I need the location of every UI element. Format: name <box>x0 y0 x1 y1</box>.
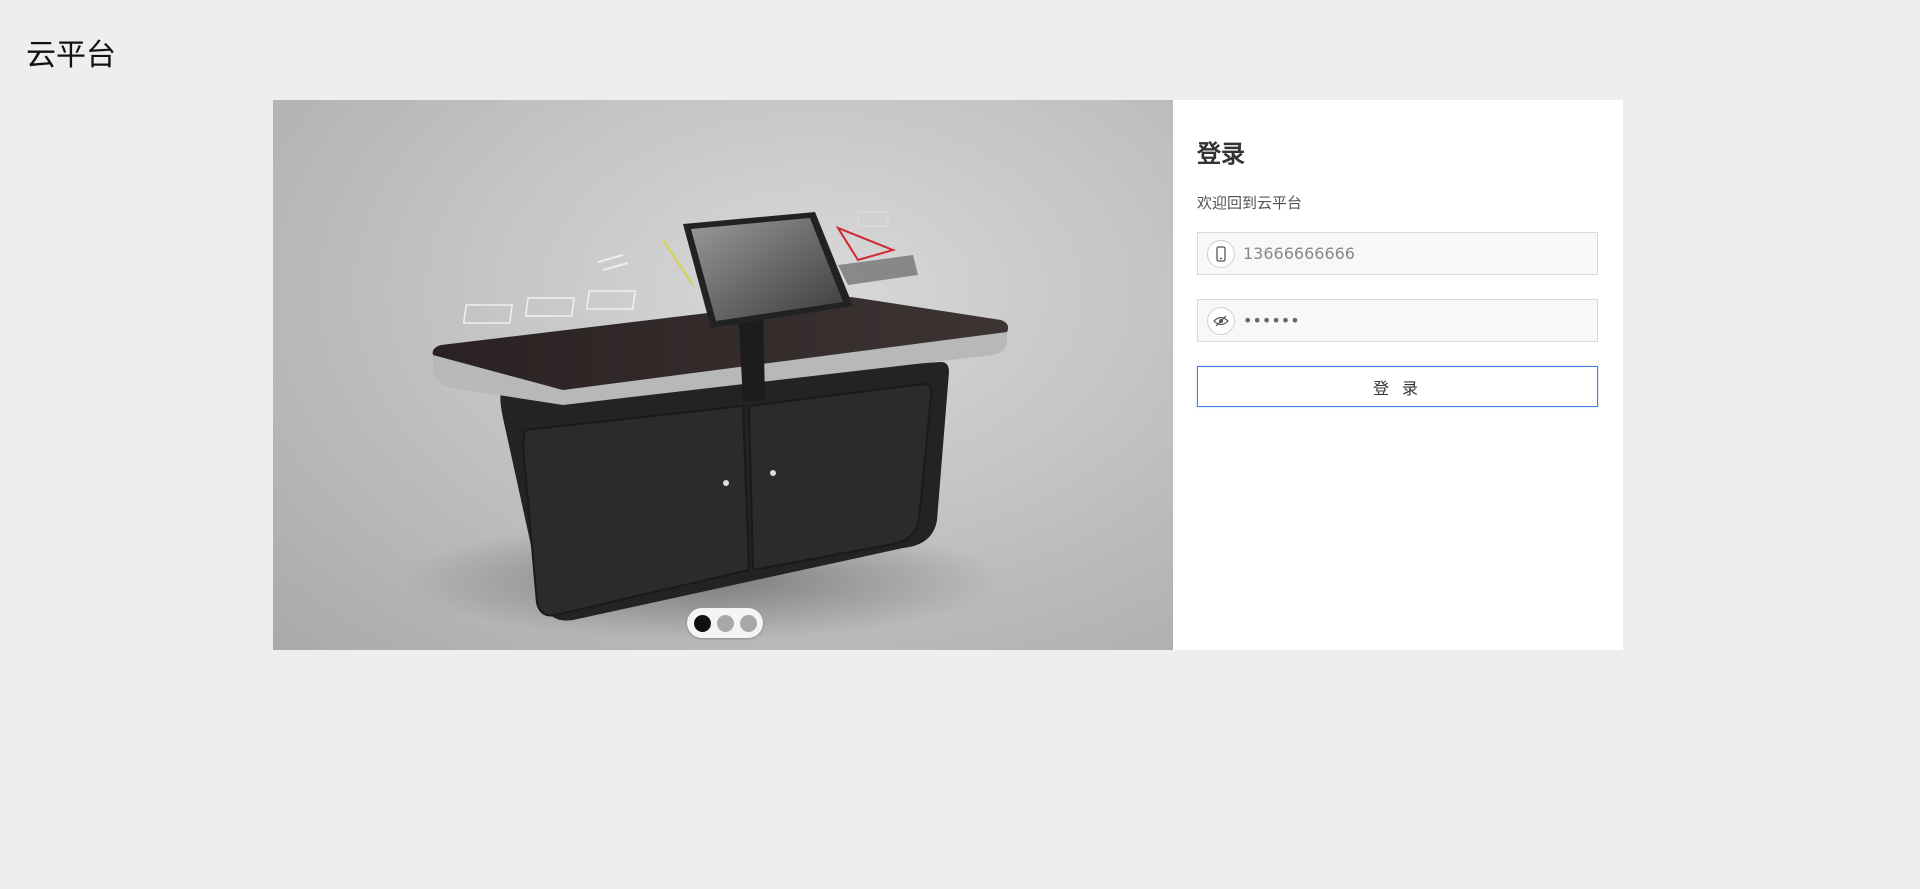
carousel-dot-2[interactable] <box>716 614 734 632</box>
login-panel: 登录 欢迎回到云平台 登 录 <box>1173 100 1623 650</box>
image-carousel[interactable] <box>273 100 1173 650</box>
mobile-phone-icon <box>1207 239 1235 268</box>
kiosk-product-image <box>403 211 1009 640</box>
login-card: 登录 欢迎回到云平台 登 录 <box>273 100 1623 650</box>
carousel-dot-3[interactable] <box>739 614 757 632</box>
phone-field <box>1197 232 1598 275</box>
password-field <box>1197 299 1598 342</box>
app-title: 云平台 <box>26 38 116 73</box>
login-button[interactable]: 登 录 <box>1197 366 1598 407</box>
phone-input[interactable] <box>1243 238 1583 269</box>
password-input[interactable] <box>1243 305 1583 336</box>
welcome-text: 欢迎回到云平台 <box>1197 194 1303 212</box>
carousel-dot-1[interactable] <box>693 614 711 632</box>
login-title: 登录 <box>1197 140 1245 168</box>
eye-slash-icon[interactable] <box>1207 306 1235 335</box>
carousel-indicator <box>687 608 763 638</box>
